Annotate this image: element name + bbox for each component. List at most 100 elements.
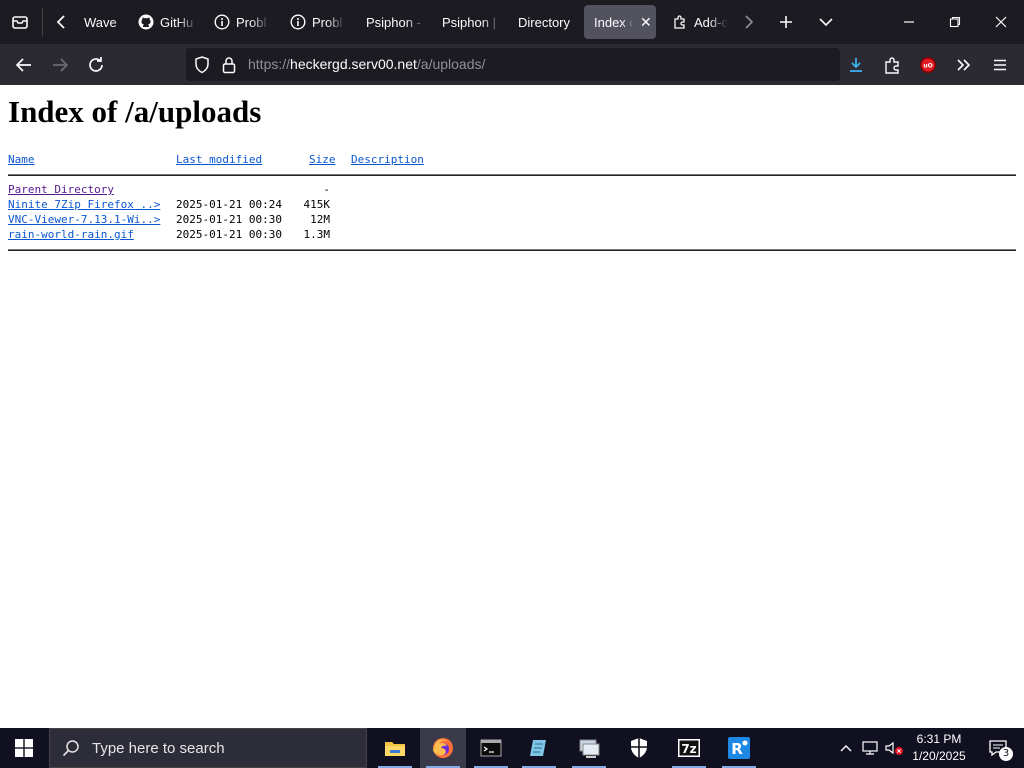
scroll-tabs-left-button[interactable] bbox=[48, 0, 74, 44]
tab-psiphon-1[interactable]: Psiphon - bbox=[356, 5, 426, 39]
notification-icon: 3 bbox=[988, 739, 1013, 761]
file-link[interactable]: Ninite 7Zip Firefox ..> bbox=[8, 198, 160, 212]
new-tab-button[interactable] bbox=[770, 0, 802, 44]
arrow-left-icon bbox=[15, 57, 31, 72]
column-header-name[interactable]: Name bbox=[8, 153, 35, 167]
column-header-last-modified[interactable]: Last modified bbox=[176, 153, 262, 167]
puzzle-icon bbox=[885, 56, 899, 74]
file-size: 1.3M bbox=[303, 228, 331, 241]
taskbar-app-network[interactable] bbox=[566, 728, 612, 768]
tab-problem-2[interactable]: Probl bbox=[280, 5, 346, 39]
column-header-description[interactable]: Description bbox=[351, 153, 424, 167]
defender-icon bbox=[631, 738, 647, 758]
page-content: Index of /a/uploads Name Last modified S… bbox=[0, 85, 1024, 728]
url-scheme: https:// bbox=[248, 56, 291, 72]
taskbar-app-firefox[interactable] bbox=[420, 728, 466, 768]
scroll-tabs-right-button[interactable] bbox=[736, 0, 762, 44]
info-icon bbox=[290, 14, 306, 30]
taskbar-clock[interactable]: 6:31 PM 1/20/2025 bbox=[900, 728, 978, 768]
tab-problem-1[interactable]: Probl bbox=[204, 5, 270, 39]
taskbar-app-file-explorer[interactable] bbox=[372, 728, 418, 768]
parent-directory-link[interactable]: Parent Directory bbox=[8, 183, 114, 197]
search-icon bbox=[62, 739, 80, 757]
footer-divider bbox=[8, 249, 1016, 251]
github-icon bbox=[138, 14, 154, 30]
tab-directory[interactable]: Directory bbox=[508, 5, 578, 39]
show-hidden-icons-button[interactable] bbox=[836, 728, 856, 768]
ublock-origin-button[interactable]: uO bbox=[912, 44, 944, 85]
firefox-icon bbox=[433, 738, 453, 758]
file-size: 12M bbox=[310, 213, 330, 226]
info-icon bbox=[214, 14, 230, 30]
taskbar-app-notepad[interactable] bbox=[516, 728, 562, 768]
file-link[interactable]: VNC-Viewer-7.13.1-Wi..> bbox=[8, 213, 160, 227]
file-modified: 2025-01-21 00:30 bbox=[176, 228, 282, 241]
7zip-icon: 7z bbox=[678, 739, 700, 757]
notification-count-badge: 3 bbox=[999, 747, 1013, 761]
restore-icon bbox=[949, 16, 961, 28]
chevron-left-icon bbox=[56, 15, 65, 29]
tab-index-active[interactable]: Index o ✕ bbox=[584, 5, 656, 39]
arrow-right-icon bbox=[53, 57, 69, 72]
tab-label: Index o bbox=[594, 14, 634, 30]
svg-text:uO: uO bbox=[923, 62, 932, 69]
more-tools-button[interactable] bbox=[948, 44, 980, 85]
address-bar[interactable]: https://heckergd.serv00.net/a/uploads/ bbox=[186, 48, 840, 81]
svg-text:7z: 7z bbox=[681, 742, 696, 756]
close-icon bbox=[995, 16, 1007, 28]
extensions-button[interactable] bbox=[876, 44, 908, 85]
network-wired-icon bbox=[862, 741, 878, 755]
close-window-button[interactable] bbox=[978, 0, 1024, 44]
reload-button[interactable] bbox=[80, 44, 112, 85]
tab-overview-button[interactable] bbox=[0, 0, 40, 44]
application-menu-button[interactable] bbox=[984, 44, 1016, 85]
start-button[interactable] bbox=[0, 728, 48, 768]
action-center-button[interactable]: 3 bbox=[978, 728, 1018, 768]
minimize-icon bbox=[904, 21, 914, 23]
tab-list-icon bbox=[12, 16, 28, 29]
hamburger-menu-icon bbox=[994, 59, 1006, 70]
tab-addons[interactable]: Add-o bbox=[662, 5, 728, 39]
taskbar-app-remote[interactable]: R bbox=[716, 728, 762, 768]
svg-text:R: R bbox=[731, 740, 743, 758]
taskbar-app-terminal[interactable] bbox=[468, 728, 514, 768]
tab-psiphon-2[interactable]: Psiphon | bbox=[432, 5, 502, 39]
lock-icon[interactable] bbox=[222, 56, 236, 79]
file-link[interactable]: rain-world-rain.gif bbox=[8, 228, 134, 242]
reload-icon bbox=[89, 56, 103, 72]
tab-label: Psiphon - bbox=[366, 14, 421, 30]
double-chevron-right-icon bbox=[957, 58, 971, 71]
tab-label: Probl bbox=[236, 14, 267, 30]
file-size: 415K bbox=[303, 198, 331, 211]
tab-github[interactable]: GitHu bbox=[128, 5, 198, 39]
restore-button[interactable] bbox=[932, 0, 978, 44]
downloads-button[interactable] bbox=[840, 44, 872, 85]
search-placeholder: Type here to search bbox=[92, 739, 225, 757]
forward-button[interactable] bbox=[44, 44, 76, 85]
network-status-button[interactable] bbox=[858, 728, 882, 768]
list-all-tabs-button[interactable] bbox=[810, 0, 842, 44]
plus-icon bbox=[780, 16, 792, 28]
taskbar: Type here to search 7z R 6:31 PM 1/20/20… bbox=[0, 728, 1024, 768]
url-host: heckergd.serv00.net bbox=[290, 56, 417, 72]
notepad-icon bbox=[530, 740, 546, 756]
clock-time: 6:31 PM bbox=[916, 732, 962, 746]
clock-date: 1/20/2025 bbox=[912, 749, 966, 763]
url-text[interactable]: https://heckergd.serv00.net/a/uploads/ bbox=[248, 48, 485, 81]
taskbar-app-defender[interactable] bbox=[616, 728, 662, 768]
minimize-button[interactable] bbox=[886, 0, 932, 44]
remote-app-icon: R bbox=[728, 737, 750, 759]
tab-label: GitHu bbox=[160, 14, 194, 30]
close-tab-icon[interactable]: ✕ bbox=[640, 14, 652, 31]
back-button[interactable] bbox=[8, 44, 40, 85]
tab-label: Directory bbox=[518, 14, 571, 30]
header-divider bbox=[8, 174, 1016, 176]
network-folder-icon bbox=[579, 739, 600, 758]
tab-wave[interactable]: Wave bbox=[74, 5, 130, 39]
taskbar-search-box[interactable]: Type here to search bbox=[49, 728, 367, 768]
column-header-size[interactable]: Size bbox=[309, 153, 336, 167]
taskbar-app-7zip[interactable]: 7z bbox=[666, 728, 712, 768]
chevron-down-icon bbox=[819, 18, 833, 27]
tracking-protection-shield-icon[interactable] bbox=[194, 56, 210, 79]
page-title: Index of /a/uploads bbox=[8, 94, 262, 129]
